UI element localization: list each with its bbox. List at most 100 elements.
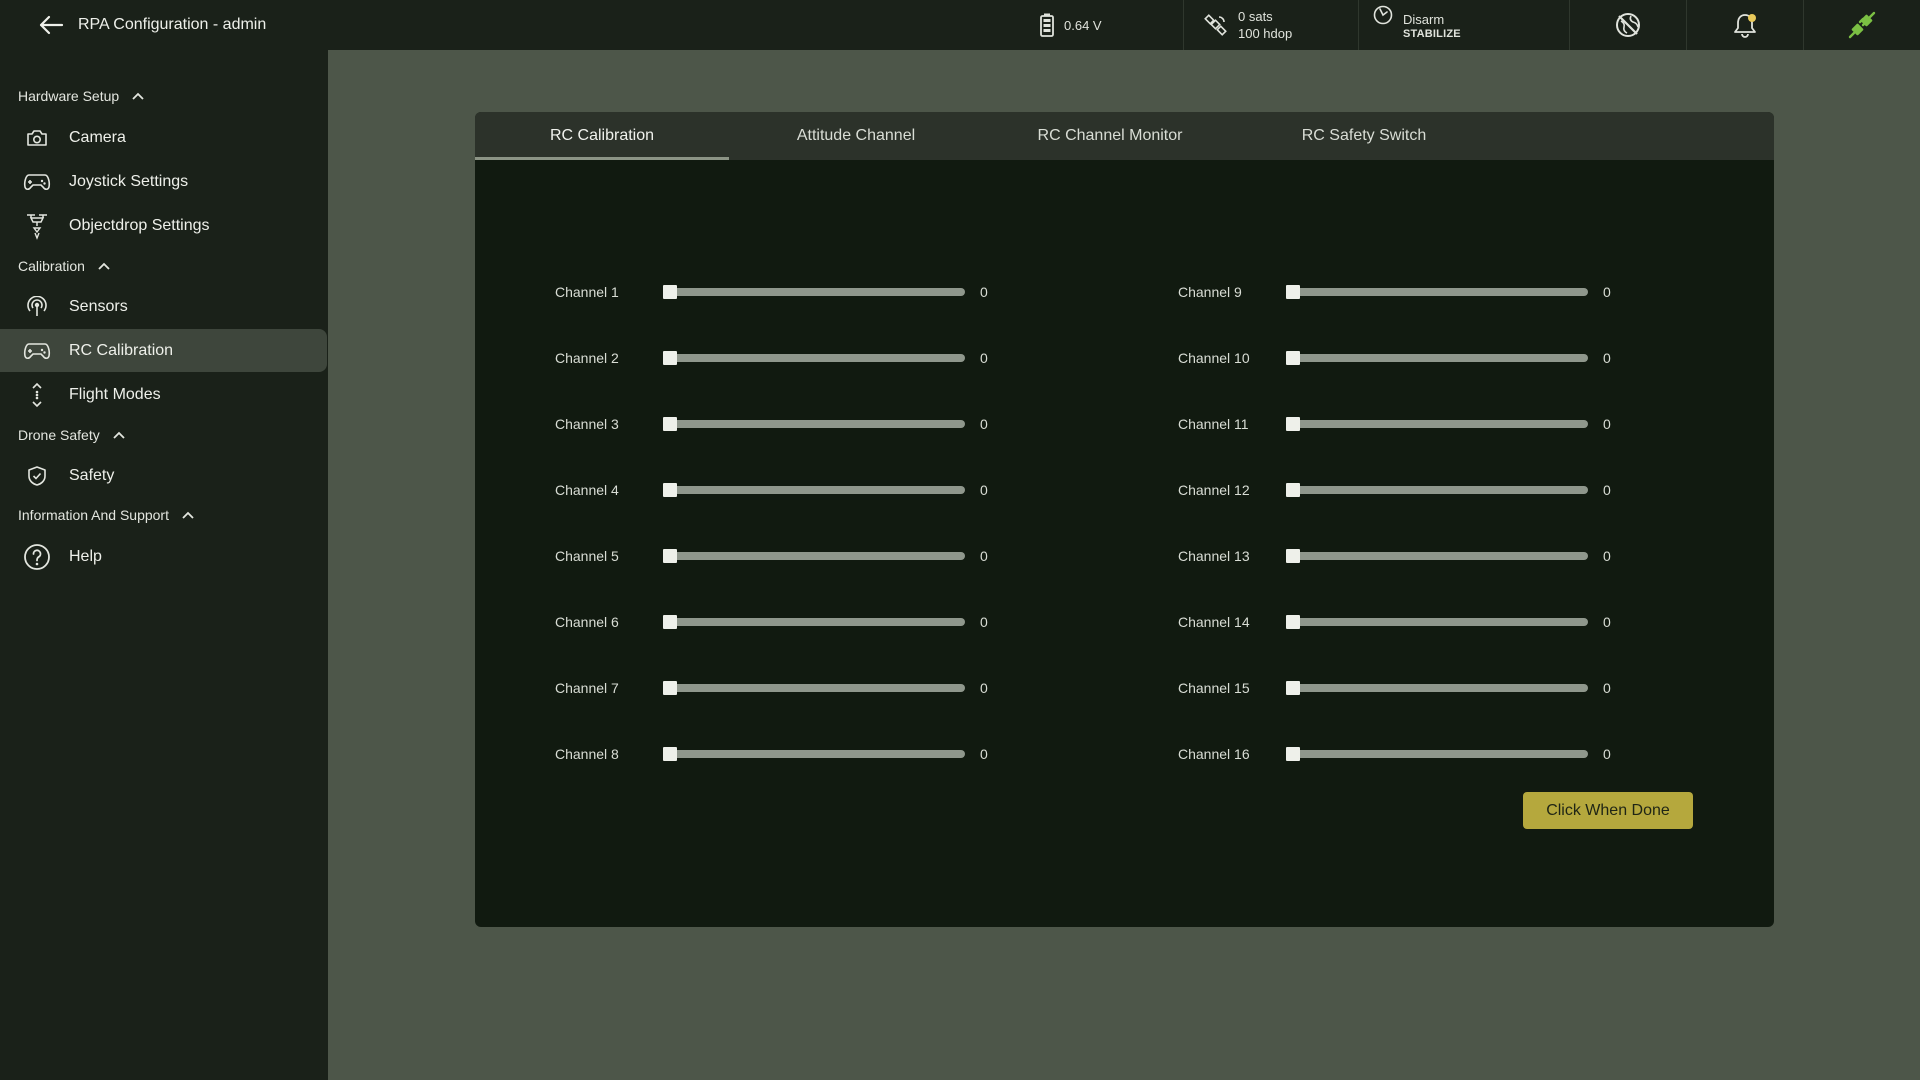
slider-thumb[interactable] — [1286, 285, 1300, 299]
channel-label: Channel 11 — [1178, 416, 1249, 432]
chevron-up-icon — [112, 430, 126, 440]
slider-thumb[interactable] — [663, 747, 677, 761]
channel-slider[interactable] — [663, 612, 965, 632]
channel-slider[interactable] — [1286, 612, 1588, 632]
slider-thumb[interactable] — [1286, 483, 1300, 497]
tab-rc-calibration[interactable]: RC Calibration — [475, 112, 729, 160]
channel-slider[interactable] — [1286, 678, 1588, 698]
channel-row: Channel 1 0 — [555, 282, 988, 302]
no-gps-lock-icon — [1616, 13, 1640, 37]
sidebar-item-label: Camera — [69, 128, 126, 146]
channel-slider[interactable] — [1286, 546, 1588, 566]
channel-value: 0 — [1603, 284, 1611, 300]
gps-status[interactable]: 0 sats 100 hdop — [1183, 0, 1358, 50]
section-label: Calibration — [18, 258, 85, 274]
channel-slider[interactable] — [663, 348, 965, 368]
status-area: 0.64 V 0 sats 100 hdop Disarm STABILIZE — [1040, 0, 1920, 50]
channel-row: Channel 8 0 — [555, 744, 988, 764]
channel-value: 0 — [1603, 746, 1611, 762]
arm-status-icon — [1373, 5, 1393, 25]
channel-label: Channel 16 — [1178, 746, 1250, 762]
sidebar-item-joystick-settings[interactable]: Joystick Settings — [0, 160, 327, 203]
channel-slider[interactable] — [663, 480, 965, 500]
tab-rc-channel-monitor[interactable]: RC Channel Monitor — [983, 112, 1237, 160]
channel-label: Channel 5 — [555, 548, 619, 564]
section-label: Drone Safety — [18, 427, 100, 443]
slider-track — [1286, 750, 1588, 758]
channel-slider[interactable] — [663, 546, 965, 566]
chevron-up-icon — [131, 91, 145, 101]
channel-slider[interactable] — [1286, 480, 1588, 500]
channel-slider[interactable] — [1286, 414, 1588, 434]
slider-thumb[interactable] — [663, 681, 677, 695]
sidebar-item-flight-modes[interactable]: Flight Modes — [0, 373, 327, 416]
slider-thumb[interactable] — [1286, 351, 1300, 365]
slider-track — [1286, 684, 1588, 692]
channel-label: Channel 7 — [555, 680, 619, 696]
channel-label: Channel 2 — [555, 350, 619, 366]
slider-thumb[interactable] — [1286, 549, 1300, 563]
slider-thumb[interactable] — [663, 483, 677, 497]
slider-track — [1286, 288, 1588, 296]
slider-thumb[interactable] — [663, 285, 677, 299]
sidebar-item-sensors[interactable]: Sensors — [0, 285, 327, 328]
sidebar-item-camera[interactable]: Camera — [0, 116, 327, 159]
arm-status[interactable]: Disarm STABILIZE — [1358, 0, 1569, 50]
channel-value: 0 — [980, 284, 988, 300]
channel-value: 0 — [1603, 416, 1611, 432]
section-label: Information And Support — [18, 507, 169, 523]
sidebar-item-rc-calibration[interactable]: RC Calibration — [0, 329, 327, 372]
sidebar-item-label: Objectdrop Settings — [69, 216, 210, 234]
sensor-icon — [22, 292, 52, 322]
tab-attitude-channel[interactable]: Attitude Channel — [729, 112, 983, 160]
sidebar-item-label: Help — [69, 547, 102, 565]
channel-slider[interactable] — [1286, 348, 1588, 368]
slider-thumb[interactable] — [1286, 747, 1300, 761]
channel-row: Channel 12 0 — [1178, 480, 1611, 500]
channel-slider[interactable] — [663, 678, 965, 698]
slider-thumb[interactable] — [663, 549, 677, 563]
sidebar-item-help[interactable]: Help — [0, 535, 327, 578]
channel-value: 0 — [1603, 680, 1611, 696]
sidebar-item-safety[interactable]: Safety — [0, 454, 327, 497]
slider-thumb[interactable] — [1286, 417, 1300, 431]
drone-drop-icon — [22, 211, 52, 241]
channel-slider[interactable] — [663, 744, 965, 764]
bell-icon — [1734, 14, 1756, 38]
channel-label: Channel 3 — [555, 416, 619, 432]
channel-slider[interactable] — [663, 282, 965, 302]
shield-icon — [22, 461, 52, 491]
channel-value: 0 — [1603, 482, 1611, 498]
channel-row: Channel 11 0 — [1178, 414, 1611, 434]
channel-slider[interactable] — [1286, 282, 1588, 302]
slider-thumb[interactable] — [663, 615, 677, 629]
battery-status[interactable]: 0.64 V — [1040, 0, 1183, 50]
slider-thumb[interactable] — [1286, 615, 1300, 629]
slider-thumb[interactable] — [663, 351, 677, 365]
back-button[interactable] — [26, 0, 76, 50]
section-hardware-setup[interactable]: Hardware Setup — [18, 88, 145, 104]
slider-thumb[interactable] — [663, 417, 677, 431]
channel-row: Channel 6 0 — [555, 612, 988, 632]
flight-modes-icon — [22, 380, 52, 410]
app-title: RPA Configuration - admin — [78, 16, 267, 33]
satellite-icon — [1204, 13, 1228, 37]
connection-button[interactable] — [1803, 0, 1920, 50]
section-information-and-support[interactable]: Information And Support — [18, 507, 195, 523]
channel-row: Channel 3 0 — [555, 414, 988, 434]
slider-thumb[interactable] — [1286, 681, 1300, 695]
channel-slider[interactable] — [663, 414, 965, 434]
section-calibration[interactable]: Calibration — [18, 258, 111, 274]
channel-label: Channel 1 — [555, 284, 619, 300]
section-drone-safety[interactable]: Drone Safety — [18, 427, 126, 443]
channel-value: 0 — [1603, 548, 1611, 564]
notifications-button[interactable] — [1686, 0, 1803, 50]
gps-lock-button[interactable] — [1569, 0, 1686, 50]
tab-bar: RC Calibration Attitude Channel RC Chann… — [475, 112, 1774, 160]
channel-slider[interactable] — [1286, 744, 1588, 764]
sidebar-item-objectdrop-settings[interactable]: Objectdrop Settings — [0, 204, 327, 247]
gps-hdop: 100 hdop — [1238, 26, 1293, 41]
sidebar-item-label: Joystick Settings — [69, 172, 189, 190]
click-when-done-button[interactable]: Click When Done — [1523, 792, 1693, 829]
tab-rc-safety-switch[interactable]: RC Safety Switch — [1237, 112, 1491, 160]
